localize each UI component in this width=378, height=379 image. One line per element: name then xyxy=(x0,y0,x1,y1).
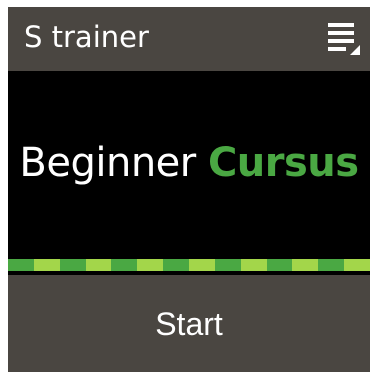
app-screen: S trainer Beginner Cursus Start xyxy=(8,7,370,372)
menu-button[interactable] xyxy=(328,19,362,59)
progress-segment xyxy=(8,259,34,271)
course-level: Beginner xyxy=(19,140,196,186)
app-title: S trainer xyxy=(24,20,149,54)
progress-segment xyxy=(214,259,241,271)
list-menu-icon xyxy=(328,23,360,55)
progress-segment xyxy=(137,259,164,271)
start-button[interactable]: Start xyxy=(8,275,370,372)
course-title: Beginner Cursus xyxy=(8,139,370,187)
progress-segment xyxy=(85,259,112,271)
progress-stripe xyxy=(8,259,370,271)
start-button-label: Start xyxy=(155,306,223,342)
progress-segment xyxy=(318,259,345,271)
progress-segment xyxy=(163,259,190,271)
progress-segment xyxy=(292,259,319,271)
progress-segment xyxy=(240,259,267,271)
progress-segment xyxy=(33,259,60,271)
progress-segment xyxy=(344,259,370,271)
progress-segment xyxy=(111,259,138,271)
course-panel: Beginner Cursus xyxy=(8,71,370,259)
progress-segment xyxy=(266,259,293,271)
app-header: S trainer xyxy=(8,7,370,71)
progress-segment xyxy=(59,259,86,271)
course-label: Cursus xyxy=(207,140,359,186)
progress-segment xyxy=(189,259,215,271)
